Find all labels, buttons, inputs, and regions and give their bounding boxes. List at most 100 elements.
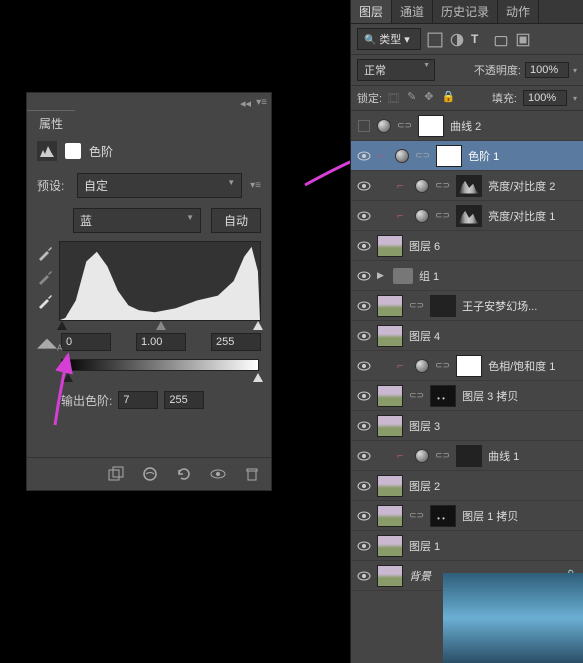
visibility-icon[interactable]: [209, 466, 227, 482]
mask-thumb[interactable]: [456, 175, 482, 197]
visibility-toggle[interactable]: [357, 119, 371, 133]
mask-link-icon[interactable]: ⊂⊃: [409, 300, 424, 311]
black-point-slider[interactable]: [57, 321, 67, 330]
disclosure-icon[interactable]: ▶: [377, 270, 387, 281]
layer-name[interactable]: 王子安梦幻场...: [462, 298, 577, 314]
layer-row[interactable]: 图层 4: [351, 321, 583, 351]
visibility-toggle[interactable]: [357, 569, 371, 583]
auto-button[interactable]: 自动: [211, 208, 261, 233]
layer-row[interactable]: ⊂⊃ 曲线 2: [351, 111, 583, 141]
eyedropper-gray-icon[interactable]: [37, 269, 53, 285]
layer-thumb[interactable]: [377, 535, 403, 557]
blend-mode-select[interactable]: 正常: [357, 59, 435, 81]
layer-thumb[interactable]: [377, 505, 403, 527]
layer-thumb[interactable]: [377, 415, 403, 437]
output-white-field[interactable]: [164, 391, 204, 409]
layer-thumb[interactable]: [377, 325, 403, 347]
visibility-toggle[interactable]: [357, 209, 371, 223]
mask-thumb[interactable]: [456, 205, 482, 227]
visibility-toggle[interactable]: [357, 239, 371, 253]
midpoint-slider[interactable]: [156, 321, 166, 330]
filter-adjustment-icon[interactable]: [449, 32, 465, 46]
tab-actions[interactable]: 动作: [498, 0, 539, 23]
visibility-toggle[interactable]: [357, 359, 371, 373]
lock-all-icon[interactable]: 🔒: [442, 90, 456, 106]
visibility-toggle[interactable]: [357, 539, 371, 553]
layer-name[interactable]: 色相/饱和度 1: [488, 358, 577, 374]
visibility-toggle[interactable]: [357, 419, 371, 433]
clip-icon[interactable]: [107, 466, 125, 482]
input-white-field[interactable]: [211, 333, 261, 351]
layer-name[interactable]: 图层 1 拷贝: [462, 508, 577, 524]
layer-thumb[interactable]: [377, 565, 403, 587]
lock-position-icon[interactable]: ✥: [424, 90, 433, 106]
layer-name[interactable]: 组 1: [419, 268, 577, 284]
layer-thumb[interactable]: [377, 235, 403, 257]
layer-row[interactable]: 图层 6: [351, 231, 583, 261]
layer-row[interactable]: ⌐⊂⊃亮度/对比度 2: [351, 171, 583, 201]
fill-input[interactable]: [523, 90, 567, 106]
preset-menu-icon[interactable]: ▾≡: [250, 180, 261, 191]
mask-thumb[interactable]: [436, 145, 462, 167]
tab-history[interactable]: 历史记录: [433, 0, 498, 23]
collapse-icon[interactable]: ◂◂: [240, 97, 251, 110]
layer-row[interactable]: 图层 2: [351, 471, 583, 501]
visibility-toggle[interactable]: [357, 269, 371, 283]
layer-thumb[interactable]: [377, 295, 403, 317]
visibility-toggle[interactable]: [357, 299, 371, 313]
visibility-toggle[interactable]: [357, 179, 371, 193]
mask-link-icon[interactable]: ⊂⊃: [435, 360, 450, 371]
output-sliders[interactable]: [61, 373, 259, 385]
panel-menu-icon[interactable]: ▾≡: [256, 97, 267, 108]
eyedropper-white-icon[interactable]: [37, 293, 53, 309]
properties-tab[interactable]: 属性: [27, 110, 75, 136]
white-point-slider[interactable]: [253, 321, 263, 330]
layer-name[interactable]: 图层 3 拷贝: [462, 388, 577, 404]
filter-pixel-icon[interactable]: [427, 32, 443, 46]
layer-name[interactable]: 图层 6: [409, 238, 577, 254]
lock-pixels-icon[interactable]: ✎: [407, 90, 416, 106]
layer-thumb[interactable]: [377, 385, 403, 407]
layer-name[interactable]: 色阶 1: [468, 148, 577, 164]
output-white-slider[interactable]: [253, 373, 263, 382]
layer-name[interactable]: 亮度/对比度 2: [488, 178, 577, 194]
visibility-toggle[interactable]: [357, 389, 371, 403]
view-previous-icon[interactable]: [141, 466, 159, 482]
tab-channels[interactable]: 通道: [392, 0, 433, 23]
preset-select[interactable]: 自定: [77, 173, 242, 198]
visibility-toggle[interactable]: [357, 329, 371, 343]
mask-thumb[interactable]: [430, 505, 456, 527]
input-mid-field[interactable]: [136, 333, 186, 351]
layer-row[interactable]: 图层 3: [351, 411, 583, 441]
mask-link-icon[interactable]: ⊂⊃: [435, 180, 450, 191]
mask-link-icon[interactable]: ⊂⊃: [409, 390, 424, 401]
visibility-toggle[interactable]: [357, 509, 371, 523]
layer-row[interactable]: ▶ 组 1: [351, 261, 583, 291]
mask-thumb[interactable]: [418, 115, 444, 137]
mask-link-icon[interactable]: ⊂⊃: [397, 120, 412, 131]
layer-name[interactable]: 亮度/对比度 1: [488, 208, 577, 224]
input-sliders[interactable]: [61, 321, 259, 333]
layer-row[interactable]: 图层 1: [351, 531, 583, 561]
layer-row[interactable]: ⌐⊂⊃亮度/对比度 1: [351, 201, 583, 231]
layer-name[interactable]: 曲线 2: [450, 118, 577, 134]
layer-name[interactable]: 图层 1: [409, 538, 577, 554]
layer-thumb[interactable]: [377, 475, 403, 497]
mask-thumb[interactable]: [430, 295, 456, 317]
layer-row[interactable]: ⌐⊂⊃色阶 1: [351, 141, 583, 171]
channel-select[interactable]: 蓝: [73, 208, 201, 233]
mask-link-icon[interactable]: ⊂⊃: [435, 210, 450, 221]
reset-icon[interactable]: [175, 466, 193, 482]
lock-transparency-icon[interactable]: ⿴: [388, 90, 399, 106]
mask-thumb[interactable]: [430, 385, 456, 407]
output-black-slider[interactable]: [63, 373, 73, 382]
tab-layers[interactable]: 图层: [351, 0, 392, 23]
layer-row[interactable]: ⌐⊂⊃曲线 1: [351, 441, 583, 471]
trash-icon[interactable]: [243, 466, 261, 482]
layer-name[interactable]: 图层 2: [409, 478, 577, 494]
mask-thumb[interactable]: [456, 445, 482, 467]
mask-link-icon[interactable]: ⊂⊃: [435, 450, 450, 461]
layer-row[interactable]: ⊂⊃ 图层 1 拷贝: [351, 501, 583, 531]
layer-name[interactable]: 图层 3: [409, 418, 577, 434]
mask-link-icon[interactable]: ⊂⊃: [409, 510, 424, 521]
